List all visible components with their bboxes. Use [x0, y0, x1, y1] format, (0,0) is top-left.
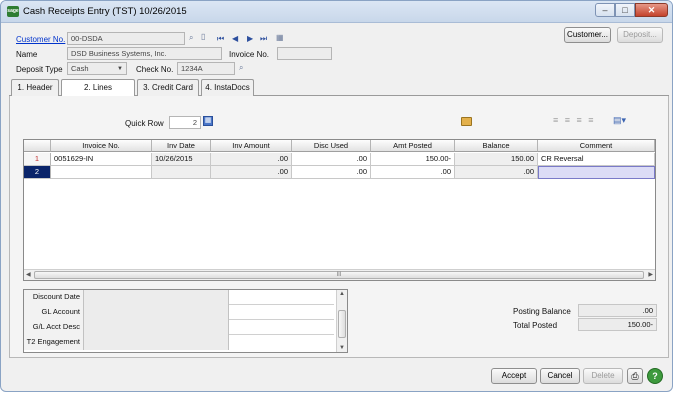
last-record-icon[interactable]: ⏭: [260, 34, 267, 44]
quick-row-field[interactable]: 2: [169, 116, 201, 129]
cash-receipts-window: sage Cash Receipts Entry (TST) 10/26/201…: [0, 0, 673, 392]
scroll-left-icon[interactable]: ◀: [26, 271, 31, 278]
detail-value: [84, 290, 229, 305]
detail-label: GL Account: [24, 305, 84, 320]
row-number[interactable]: 1: [24, 153, 51, 166]
row-header-corner: [24, 140, 51, 152]
row-number-selected[interactable]: 2: [24, 166, 51, 179]
detail-label: T2 Engagement: [24, 335, 84, 350]
column-header-amt-posted[interactable]: Amt Posted: [371, 140, 455, 152]
title-bar: sage Cash Receipts Entry (TST) 10/26/201…: [1, 1, 672, 23]
total-posted-label: Total Posted: [513, 321, 558, 330]
column-settings-icon[interactable]: ▤▾: [613, 115, 626, 126]
lookup-icon[interactable]: ⌕: [189, 33, 193, 43]
detail-label: G/L Acct Desc: [24, 320, 84, 335]
cell-comment[interactable]: CR Reversal: [538, 153, 655, 166]
cell-balance: .00: [455, 166, 538, 179]
help-icon[interactable]: ?: [647, 368, 663, 384]
cell-disc-used[interactable]: .00: [292, 166, 371, 179]
tab-lines[interactable]: 2. Lines: [61, 79, 135, 97]
cell-amt-posted[interactable]: 150.00-: [371, 153, 455, 166]
deposit-type-label: Deposit Type: [16, 65, 63, 74]
cell-amt-posted[interactable]: .00: [371, 166, 455, 179]
cancel-button[interactable]: Cancel: [540, 368, 580, 384]
sage-logo-icon: sage: [7, 6, 19, 17]
cell-inv-amount: .00: [211, 153, 292, 166]
cell-invoice-no[interactable]: 0051629-IN: [51, 153, 152, 166]
cell-inv-amount: .00: [211, 166, 292, 179]
tab-header[interactable]: 1. Header: [11, 79, 59, 96]
posting-balance-value: .00: [578, 304, 657, 317]
cell-invoice-no[interactable]: [51, 166, 152, 179]
total-posted-value: 150.00-: [578, 318, 657, 331]
next-record-icon[interactable]: ▶: [247, 34, 253, 43]
detail-value: [84, 320, 229, 335]
scroll-up-icon[interactable]: ▲: [339, 291, 345, 297]
chevron-down-icon: ▼: [117, 66, 123, 72]
invoice-no-label: Invoice No.: [229, 50, 270, 59]
cell-inv-date: [152, 166, 211, 179]
document-icon[interactable]: ▯: [201, 32, 205, 41]
quick-row-label: Quick Row: [125, 119, 164, 128]
invoice-lines-grid: Invoice No. Inv Date Inv Amount Disc Use…: [23, 139, 656, 281]
name-field[interactable]: DSD Business Systems, Inc.: [67, 47, 222, 60]
column-header-disc-used[interactable]: Disc Used: [292, 140, 371, 152]
printer-icon[interactable]: [461, 117, 472, 126]
cell-disc-used[interactable]: .00: [292, 153, 371, 166]
row-tools-icons: ≡ ≡ ≡ ≡: [553, 115, 596, 125]
detail-row: Discount Date: [24, 290, 334, 305]
scroll-thumb[interactable]: [338, 310, 346, 338]
lookup-icon[interactable]: ⌕: [239, 63, 243, 73]
column-header-comment[interactable]: Comment: [538, 140, 655, 152]
deposit-type-value: Cash: [71, 64, 89, 73]
cell-balance: 150.00: [455, 153, 538, 166]
posting-balance-label: Posting Balance: [513, 307, 571, 316]
detail-value: [84, 335, 229, 350]
customer-button[interactable]: Customer...: [564, 27, 611, 43]
maximize-button[interactable]: □: [615, 3, 635, 17]
tab-bar: 1. Header 2. Lines 3. Credit Card 4. Ins…: [9, 79, 669, 97]
customer-no-link[interactable]: Customer No.: [16, 35, 65, 44]
first-record-icon[interactable]: ⏮: [217, 34, 224, 44]
cell-comment-active[interactable]: [538, 166, 655, 179]
line-details-table: Discount Date GL Account G/L Acct Desc T…: [23, 289, 348, 353]
minimize-button[interactable]: –: [595, 3, 615, 17]
column-header-inv-amount[interactable]: Inv Amount: [211, 140, 292, 152]
print-icon[interactable]: ⎙: [627, 368, 643, 384]
window-title: Cash Receipts Entry (TST) 10/26/2015: [23, 6, 187, 17]
grid-horizontal-scrollbar[interactable]: ◀ III ▶: [24, 269, 655, 280]
column-header-inv-date[interactable]: Inv Date: [152, 140, 211, 152]
grid-icon[interactable]: ▦: [203, 116, 213, 126]
invoice-no-field[interactable]: [277, 47, 332, 60]
cell-inv-date: 10/26/2015: [152, 153, 211, 166]
check-no-field[interactable]: 1234A: [177, 62, 235, 75]
scroll-thumb[interactable]: III: [34, 271, 644, 279]
detail-row: G/L Acct Desc: [24, 320, 334, 335]
column-header-invoice-no[interactable]: Invoice No.: [51, 140, 152, 152]
accept-button[interactable]: Accept: [491, 368, 537, 384]
close-button[interactable]: ✕: [635, 3, 668, 17]
scroll-down-icon[interactable]: ▼: [339, 345, 345, 351]
detail-label: Discount Date: [24, 290, 84, 305]
detail-row: T2 Engagement: [24, 335, 334, 350]
delete-button[interactable]: Delete: [583, 368, 623, 384]
check-no-label: Check No.: [136, 65, 174, 74]
scroll-right-icon[interactable]: ▶: [648, 271, 653, 278]
tab-instadocs[interactable]: 4. InstaDocs: [201, 79, 254, 96]
previous-record-icon[interactable]: ◀: [232, 34, 238, 43]
details-vertical-scrollbar[interactable]: ▲ ▼: [336, 290, 347, 352]
customer-no-field[interactable]: 00-DSDA: [67, 32, 185, 45]
column-header-balance[interactable]: Balance: [455, 140, 538, 152]
name-label: Name: [16, 50, 38, 59]
calendar-icon[interactable]: ▦: [276, 33, 284, 42]
deposit-button[interactable]: Deposit...: [617, 27, 663, 43]
tab-credit-card[interactable]: 3. Credit Card: [137, 79, 199, 96]
detail-row: GL Account: [24, 305, 334, 320]
detail-value: [84, 305, 229, 320]
deposit-type-select[interactable]: Cash ▼: [67, 62, 127, 75]
